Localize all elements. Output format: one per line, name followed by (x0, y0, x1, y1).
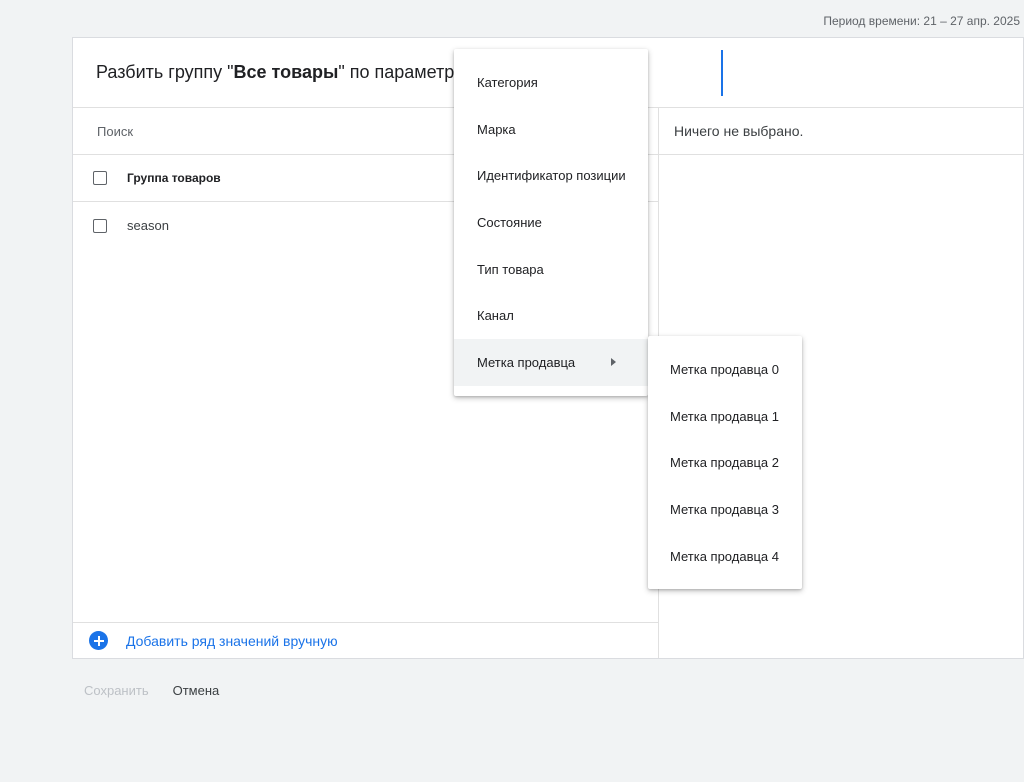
menu-item-brand[interactable]: Марка (454, 106, 648, 153)
time-period: Период времени: 21 – 27 апр. 2025 (823, 14, 1020, 28)
custom-label-submenu: Метка продавца 0 Метка продавца 1 Метка … (648, 336, 802, 590)
row-label: season (127, 218, 169, 233)
menu-item-channel[interactable]: Канал (454, 292, 648, 339)
menu-item-condition[interactable]: Состояние (454, 199, 648, 246)
menu-item-custom-label[interactable]: Метка продавца (454, 339, 648, 386)
menu-item-product-type[interactable]: Тип товара (454, 246, 648, 293)
search-placeholder: Поиск (97, 123, 134, 139)
dropdown-focus-indicator (721, 50, 723, 96)
menu-item-category[interactable]: Категория (454, 59, 648, 106)
submenu-item-custom-label-3[interactable]: Метка продавца 3 (648, 486, 802, 533)
add-values-manually-button[interactable]: Добавить ряд значений вручную (73, 622, 659, 658)
dimension-menu: Категория Марка Идентификатор позиции Со… (454, 49, 648, 396)
title-group-name: Все товары (233, 62, 339, 82)
submenu-item-custom-label-0[interactable]: Метка продавца 0 (648, 346, 802, 393)
selected-empty-text: Ничего не выбрано. (659, 108, 1023, 155)
select-all-checkbox[interactable] (93, 171, 107, 185)
submenu-item-custom-label-4[interactable]: Метка продавца 4 (648, 533, 802, 580)
menu-item-custom-label-text: Метка продавца (477, 354, 576, 370)
add-circle-icon (89, 631, 108, 650)
menu-item-item-id[interactable]: Идентификатор позиции (454, 152, 648, 199)
save-button[interactable]: Сохранить (84, 683, 149, 698)
title-suffix: " по параметру: (338, 62, 469, 82)
column-header-product-group: Группа товаров (127, 171, 221, 185)
row-checkbox[interactable] (93, 218, 107, 233)
add-values-label: Добавить ряд значений вручную (126, 632, 338, 649)
cancel-button[interactable]: Отмена (173, 683, 220, 698)
title-prefix: Разбить группу " (96, 62, 234, 82)
submenu-item-custom-label-1[interactable]: Метка продавца 1 (648, 393, 802, 440)
submenu-item-custom-label-2[interactable]: Метка продавца 2 (648, 439, 802, 486)
footer-actions: Сохранить Отмена (84, 683, 219, 698)
caret-right-icon (611, 358, 616, 367)
